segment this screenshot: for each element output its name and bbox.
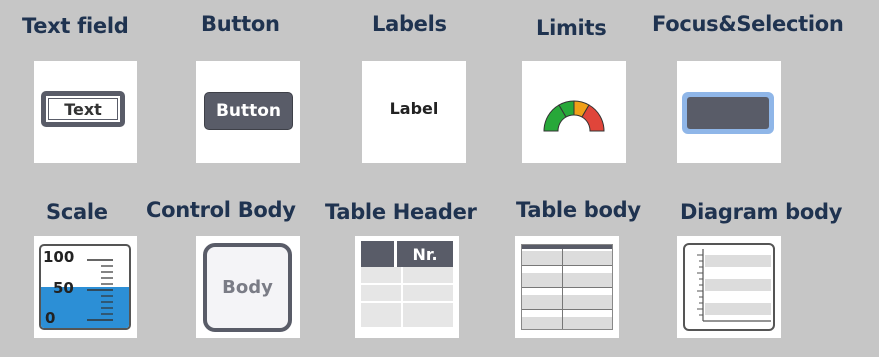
table-header-text: Nr. xyxy=(412,244,438,264)
caption-labels: Labels xyxy=(372,12,447,36)
table-body-tile[interactable] xyxy=(515,236,619,338)
table-body-row xyxy=(522,295,612,309)
caption-control-body: Control Body xyxy=(146,198,296,222)
scale-tile[interactable]: 100 50 0 xyxy=(34,236,137,338)
table-header-cell-nr: Nr. xyxy=(397,241,453,267)
caption-text-field: Text field xyxy=(22,14,129,38)
text-field-sample[interactable]: Text xyxy=(41,91,125,127)
table-header-cell-1 xyxy=(361,241,397,267)
scale-tick-0: 0 xyxy=(45,309,56,327)
table-header-icon: Nr. xyxy=(361,241,453,327)
table-row-divider xyxy=(361,283,453,285)
text-field-value: Text xyxy=(64,99,102,119)
control-body-tile[interactable]: Body xyxy=(196,236,300,338)
button-sample[interactable]: Button xyxy=(204,92,293,130)
table-body-line xyxy=(522,309,612,310)
button-sample-label: Button xyxy=(215,101,282,121)
diagram-axes xyxy=(697,249,771,322)
table-body-col-line xyxy=(562,249,563,329)
text-field-tile[interactable]: Text xyxy=(34,61,137,163)
table-body-row xyxy=(522,273,612,287)
table-row-divider xyxy=(361,301,453,303)
body-text: Body xyxy=(222,277,273,298)
caption-diagram-body: Diagram body xyxy=(680,200,843,224)
diagram-body-icon xyxy=(683,243,775,331)
label-sample: Label xyxy=(389,99,439,118)
table-body-line xyxy=(522,287,612,288)
table-body-icon xyxy=(521,244,613,330)
gauge-icon xyxy=(543,100,605,132)
limits-tile[interactable] xyxy=(522,61,626,163)
table-body-topbar xyxy=(522,245,612,249)
table-body-row xyxy=(522,317,612,329)
table-header-tile[interactable]: Nr. xyxy=(355,236,459,338)
caption-button: Button xyxy=(201,12,280,36)
focus-outline xyxy=(682,92,774,134)
button-tile[interactable]: Button xyxy=(196,61,300,163)
scale-tick-50: 50 xyxy=(53,279,74,297)
diagram-body-tile[interactable] xyxy=(677,236,781,338)
table-body-row xyxy=(522,251,612,265)
focus-selection-tile[interactable] xyxy=(677,61,781,163)
caption-scale: Scale xyxy=(46,200,108,224)
scale-ticks xyxy=(87,259,113,321)
focus-selection-sample[interactable] xyxy=(687,97,769,129)
caption-focus-selection: Focus&Selection xyxy=(652,12,844,36)
caption-table-body: Table body xyxy=(516,198,641,222)
label-tile[interactable]: Label xyxy=(362,61,466,163)
table-col-divider xyxy=(401,267,403,327)
caption-limits: Limits xyxy=(536,16,607,40)
scale-tick-100: 100 xyxy=(43,248,75,266)
scale-icon: 100 50 0 xyxy=(39,244,131,330)
caption-table-header: Table Header xyxy=(325,200,477,224)
control-body-sample[interactable]: Body xyxy=(203,243,292,332)
table-body-line xyxy=(522,265,612,266)
